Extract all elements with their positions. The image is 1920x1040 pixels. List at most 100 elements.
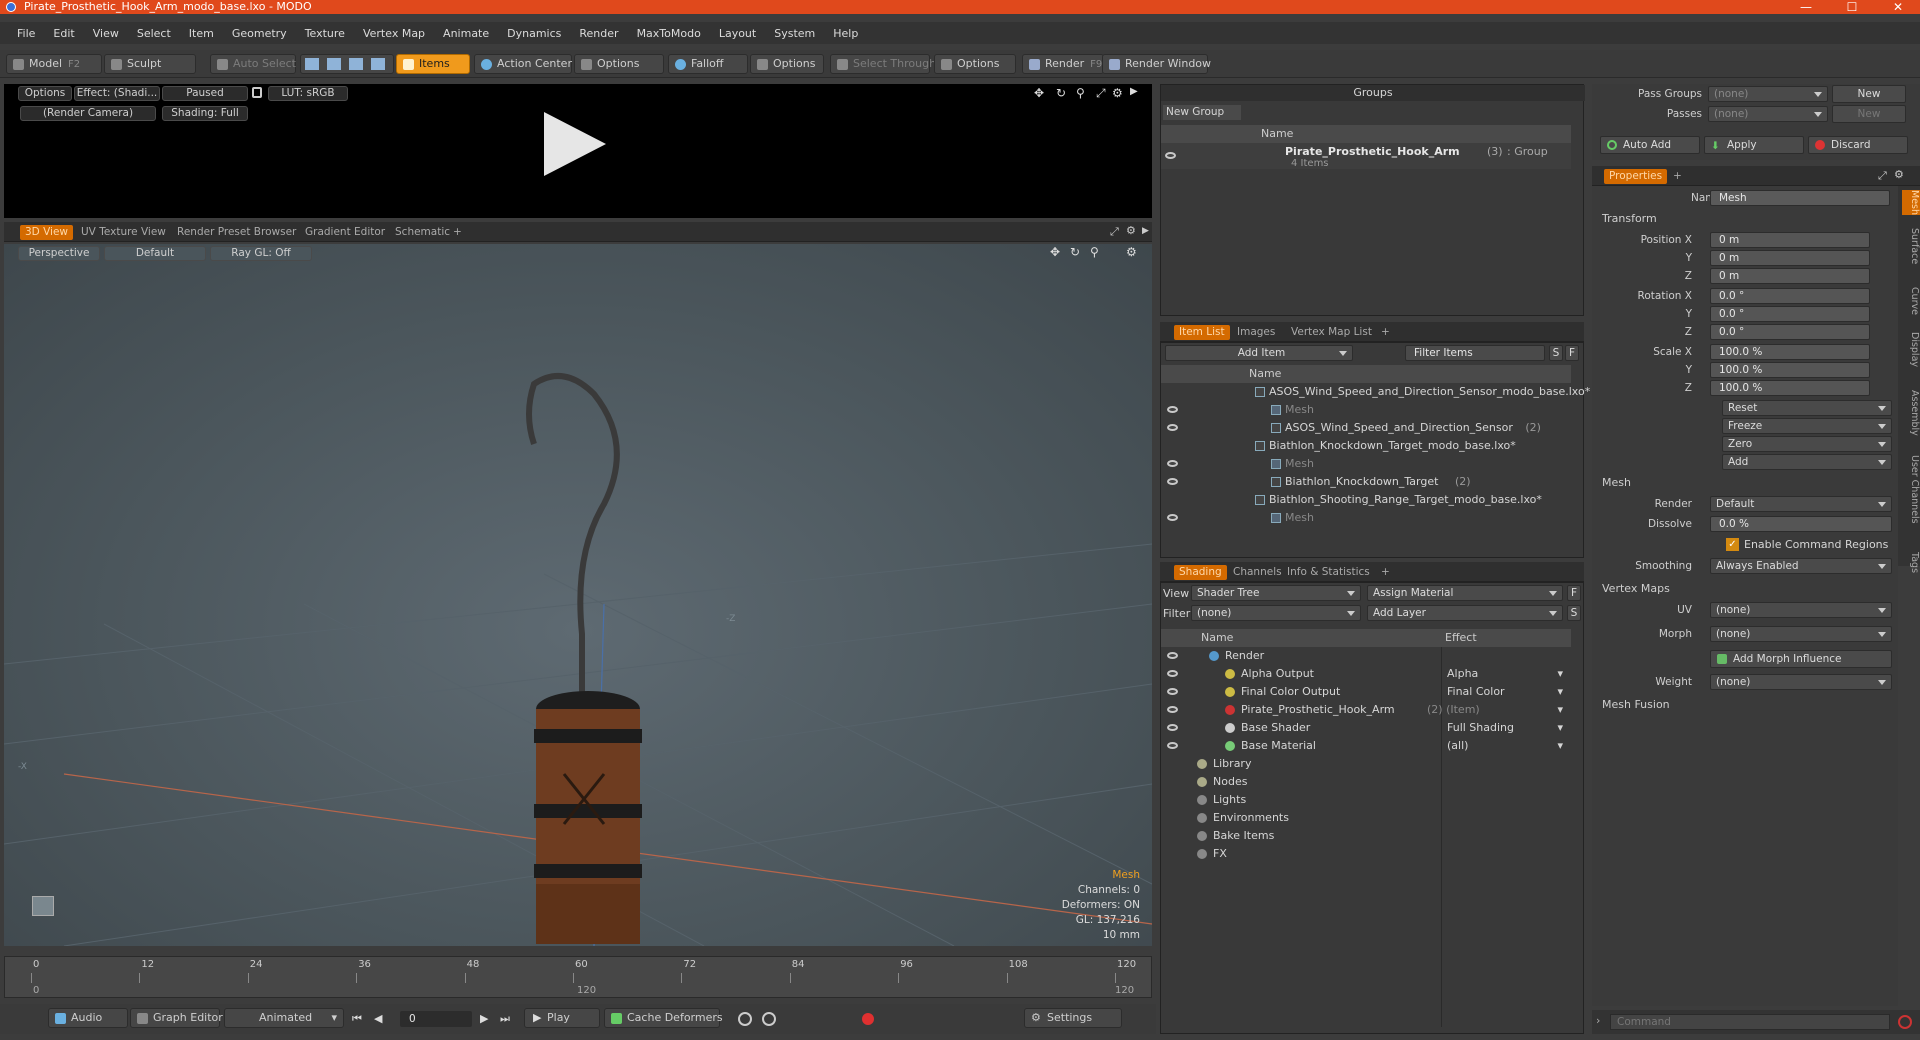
new-pass-button[interactable]: New <box>1832 105 1906 123</box>
rotation-x-field[interactable]: 0.0 ° <box>1710 288 1870 304</box>
list-item[interactable]: Mesh <box>1161 509 1571 527</box>
dissolve-field[interactable]: 0.0 % <box>1710 516 1892 532</box>
menu-animate[interactable]: Animate <box>434 27 498 40</box>
shader-tree-row[interactable]: Base Shader Full Shading ▾ <box>1161 719 1571 737</box>
shader-tree-row[interactable]: Lights <box>1161 791 1571 809</box>
tab-schematic[interactable]: Schematic <box>390 225 455 240</box>
shader-effect-dropdown[interactable]: Alpha ▾ <box>1447 665 1565 683</box>
maximize-icon[interactable]: ☐ <box>1832 0 1872 14</box>
shader-effect-dropdown[interactable]: Final Color ▾ <box>1447 683 1565 701</box>
reset-dropdown[interactable]: Reset <box>1722 400 1892 416</box>
render-button[interactable]: Render F9 <box>1022 54 1104 74</box>
shader-tree-row[interactable]: Bake Items <box>1161 827 1571 845</box>
vertex-maps-section[interactable]: Vertex Maps <box>1602 582 1670 595</box>
weight-dropdown[interactable]: (none) <box>1710 674 1892 690</box>
tab-shading[interactable]: Shading <box>1174 565 1227 580</box>
add-tab-button[interactable]: + <box>1668 169 1687 184</box>
tab-uv-texture-view[interactable]: UV Texture View <box>76 225 171 240</box>
falloff-button[interactable]: Falloff <box>668 54 748 74</box>
shader-tree-row[interactable]: Nodes <box>1161 773 1571 791</box>
morph-dropdown[interactable]: (none) <box>1710 626 1892 642</box>
refresh-icon[interactable]: ↻ <box>1056 86 1066 100</box>
list-item[interactable]: Biathlon_Knockdown_Target_modo_base.lxo* <box>1161 437 1571 455</box>
visibility-eye-icon[interactable] <box>1167 724 1178 731</box>
rotation-y-field[interactable]: 0.0 ° <box>1710 306 1870 322</box>
falloff-options-button[interactable]: Options <box>750 54 824 74</box>
visibility-eye-icon[interactable] <box>1167 478 1178 485</box>
rotation-z-field[interactable]: 0.0 ° <box>1710 324 1870 340</box>
new-group-button[interactable]: New Group <box>1163 105 1241 120</box>
add-morph-influence-button[interactable]: Add Morph Influence <box>1710 650 1892 668</box>
play-button[interactable]: ▶ Play <box>524 1008 600 1028</box>
action-center-button[interactable]: Action Center <box>474 54 572 74</box>
uv-dropdown[interactable]: (none) <box>1710 602 1892 618</box>
shader-tree-row[interactable]: Render <box>1161 647 1571 665</box>
menu-system[interactable]: System <box>765 27 824 40</box>
tab-properties[interactable]: Properties <box>1604 169 1668 184</box>
tab-info-statistics[interactable]: Info & Statistics <box>1282 565 1375 580</box>
shader-effect-dropdown[interactable]: (all) ▾ <box>1447 737 1565 755</box>
vertex-mode-icon[interactable] <box>305 58 319 70</box>
close-icon[interactable]: ✕ <box>1878 0 1918 14</box>
panel-menu-arrow-icon[interactable]: ▶ <box>1142 226 1149 236</box>
sculpt-mode-button[interactable]: Sculpt <box>104 54 196 74</box>
scale-z-field[interactable]: 100.0 % <box>1710 380 1870 396</box>
go-to-start-icon[interactable]: ⏮ <box>352 1012 362 1026</box>
enable-command-regions-checkbox[interactable]: ✓ <box>1726 538 1739 551</box>
select-through-button[interactable]: Select Through <box>830 54 936 74</box>
visibility-eye-icon[interactable] <box>1167 406 1178 413</box>
preview-paused-button[interactable]: Paused <box>162 86 248 101</box>
menu-vertex-map[interactable]: Vertex Map <box>354 27 434 40</box>
render-camera-dropdown[interactable]: (Render Camera) <box>20 106 156 121</box>
tab-images[interactable]: Images <box>1232 325 1280 340</box>
record-icon[interactable] <box>862 1013 874 1025</box>
tab-channels[interactable]: Channels <box>1228 565 1287 580</box>
passes-dropdown[interactable]: (none) <box>1708 106 1828 122</box>
add-tab-button[interactable]: + <box>1376 325 1395 340</box>
auto-select-button[interactable]: Auto Select <box>210 54 296 74</box>
side-tab-curve[interactable]: Curve <box>1902 287 1920 315</box>
add-layer-dropdown[interactable]: Add Layer <box>1367 605 1563 621</box>
list-item[interactable]: Mesh <box>1161 401 1571 419</box>
panel-menu-arrow-icon[interactable]: ▶ <box>1130 86 1138 97</box>
add-tab-button[interactable]: + <box>1376 565 1395 580</box>
smoothing-dropdown[interactable]: Always Enabled <box>1710 558 1892 574</box>
maximize-panel-icon[interactable]: ⤢ <box>1096 86 1106 101</box>
polygon-mode-icon[interactable] <box>349 58 363 70</box>
position-x-field[interactable]: 0 m <box>1710 232 1870 248</box>
pan-icon[interactable]: ✥ <box>1050 245 1060 259</box>
go-to-end-icon[interactable]: ⏭ <box>500 1012 510 1026</box>
render-window-button[interactable]: Render Window <box>1102 54 1211 74</box>
edge-mode-icon[interactable] <box>327 58 341 70</box>
auto-add-button[interactable]: Auto Add <box>1600 136 1700 154</box>
position-y-field[interactable]: 0 m <box>1710 250 1870 266</box>
discard-button[interactable]: Discard <box>1808 136 1908 154</box>
shader-tree-row[interactable]: Alpha Output Alpha ▾ <box>1161 665 1571 683</box>
shading-f-button[interactable]: F <box>1567 585 1581 601</box>
list-item[interactable]: ASOS_Wind_Speed_and_Direction_Sensor (2) <box>1161 419 1571 437</box>
settings-button[interactable]: ⚙ Settings <box>1024 1008 1122 1028</box>
menu-maxtomodo[interactable]: MaxToModo <box>628 27 710 40</box>
key-icon[interactable] <box>738 1012 752 1026</box>
play-icon[interactable] <box>544 112 606 176</box>
tab-3d-view[interactable]: 3D View <box>20 225 74 240</box>
selection-mode-buttons[interactable] <box>300 54 394 74</box>
gear-icon[interactable]: ⚙ <box>1112 86 1123 100</box>
shader-tree-row[interactable]: Pirate_Prosthetic_Hook_Arm (2) (Item) ▾ <box>1161 701 1571 719</box>
graph-editor-button[interactable]: Graph Editor <box>130 1008 223 1028</box>
visibility-eye-icon[interactable] <box>1165 152 1176 159</box>
side-tab-mesh[interactable]: Mesh <box>1902 190 1920 216</box>
position-z-field[interactable]: 0 m <box>1710 268 1870 284</box>
menu-render[interactable]: Render <box>570 27 627 40</box>
side-tab-tags[interactable]: Tags <box>1902 552 1920 573</box>
minimize-icon[interactable]: — <box>1786 0 1826 14</box>
filter-dropdown[interactable]: (none) <box>1191 605 1361 621</box>
tab-vertex-map-list[interactable]: Vertex Map List <box>1286 325 1377 340</box>
add-dropdown[interactable]: Add <box>1722 454 1892 470</box>
tab-render-preset-browser[interactable]: Render Preset Browser <box>172 225 301 240</box>
scale-x-field[interactable]: 100.0 % <box>1710 344 1870 360</box>
next-frame-icon[interactable]: ▶ <box>480 1012 488 1025</box>
perspective-dropdown[interactable]: Perspective <box>18 246 100 261</box>
current-frame-field[interactable]: 0 <box>400 1011 472 1027</box>
zoom-icon[interactable]: ⚲ <box>1090 245 1099 259</box>
